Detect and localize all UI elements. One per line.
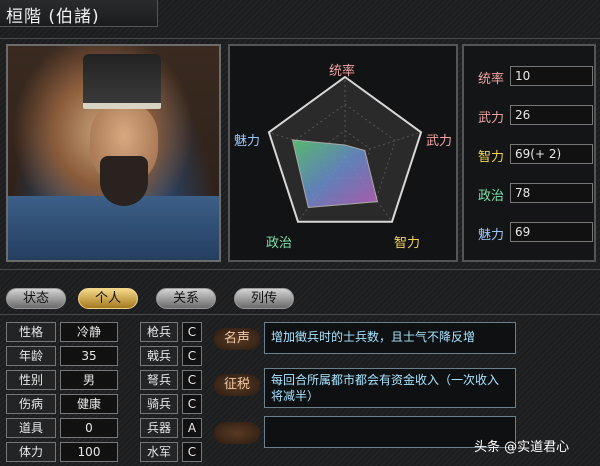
info-value: 35 (60, 346, 118, 366)
troop-row-halberd: 戟兵 C (140, 346, 206, 368)
troop-label: 枪兵 (140, 322, 178, 342)
stat-row-charm: 魅力 69 (478, 222, 596, 244)
portrait-beard (100, 156, 148, 206)
radar-label-leadership: 统率 (329, 64, 356, 79)
portrait-robe (8, 196, 219, 260)
stats-panel: 统率 10 武力 26 智力 69(+ 2) 政治 78 魅力 69 (462, 44, 596, 262)
skill-description: 增加徵兵时的士兵数，且士气不降反增 (264, 322, 516, 354)
stat-row-leadership: 统率 10 (478, 66, 596, 88)
info-label: 性别 (6, 370, 56, 390)
troop-label: 骑兵 (140, 394, 178, 414)
skill-name: 征税 (214, 374, 260, 396)
troop-row-siege: 兵器 A (140, 418, 206, 440)
troop-value: C (182, 394, 202, 414)
info-label: 年龄 (6, 346, 56, 366)
radar-label-charm: 魅力 (234, 134, 261, 149)
info-value: 男 (60, 370, 118, 390)
troop-row-navy: 水军 C (140, 442, 206, 464)
stat-label: 政治 (478, 189, 505, 204)
stat-value: 69 (510, 222, 593, 242)
watermark: 头条 @实道君心 (474, 440, 570, 455)
tab-biography[interactable]: 列传 (234, 288, 294, 309)
troop-row-crossbow: 弩兵 C (140, 370, 206, 392)
troop-row-cavalry: 骑兵 C (140, 394, 206, 416)
skill-name (214, 422, 260, 444)
officer-portrait (6, 44, 221, 262)
stat-value: 26 (510, 105, 593, 125)
info-label: 体力 (6, 442, 56, 462)
info-value: 100 (60, 442, 118, 462)
troop-row-spear: 枪兵 C (140, 322, 206, 344)
stat-label: 统率 (478, 72, 505, 87)
tab-status[interactable]: 状态 (6, 288, 66, 309)
info-label: 伤病 (6, 394, 56, 414)
radar-label-politics: 政治 (266, 236, 293, 251)
troop-label: 戟兵 (140, 346, 178, 366)
troop-label: 兵器 (140, 418, 178, 438)
skill-name: 名声 (214, 328, 260, 350)
info-row-injury: 伤病 健康 (6, 394, 128, 416)
troop-label: 弩兵 (140, 370, 178, 390)
tab-personal[interactable]: 个人 (78, 288, 138, 309)
stat-value: 78 (510, 183, 593, 203)
info-row-gender: 性别 男 (6, 370, 128, 392)
info-row-stamina: 体力 100 (6, 442, 128, 464)
info-value: 健康 (60, 394, 118, 414)
troop-value: A (182, 418, 202, 438)
stat-label: 智力 (478, 150, 505, 165)
info-label: 性格 (6, 322, 56, 342)
stat-label: 魅力 (478, 228, 505, 243)
troop-value: C (182, 370, 202, 390)
radar-chart: 统率 武力 智力 政治 魅力 (228, 44, 458, 262)
stat-row-war: 武力 26 (478, 105, 596, 127)
info-row-personality: 性格 冷静 (6, 322, 128, 344)
troop-value: C (182, 346, 202, 366)
troop-label: 水军 (140, 442, 178, 462)
info-row-age: 年龄 35 (6, 346, 128, 368)
stat-value: 69(+ 2) (510, 144, 593, 164)
portrait-hat (83, 54, 161, 109)
stat-row-intelligence: 智力 69(+ 2) (478, 144, 596, 166)
radar-label-war: 武力 (426, 134, 453, 149)
info-label: 道具 (6, 418, 56, 438)
troop-value: C (182, 322, 202, 342)
tab-relations[interactable]: 关系 (156, 288, 216, 309)
radar-label-intelligence: 智力 (394, 236, 421, 251)
troop-value: C (182, 442, 202, 462)
skill-description: 每回合所属都市都会有资金收入（一次收入将减半） (264, 368, 516, 408)
info-row-items: 道具 0 (6, 418, 128, 440)
stat-value: 10 (510, 66, 593, 86)
info-value: 0 (60, 418, 118, 438)
stat-row-politics: 政治 78 (478, 183, 596, 205)
officer-name-title: 桓階 (伯諸) (0, 0, 158, 27)
stat-label: 武力 (478, 111, 505, 126)
info-value: 冷静 (60, 322, 118, 342)
